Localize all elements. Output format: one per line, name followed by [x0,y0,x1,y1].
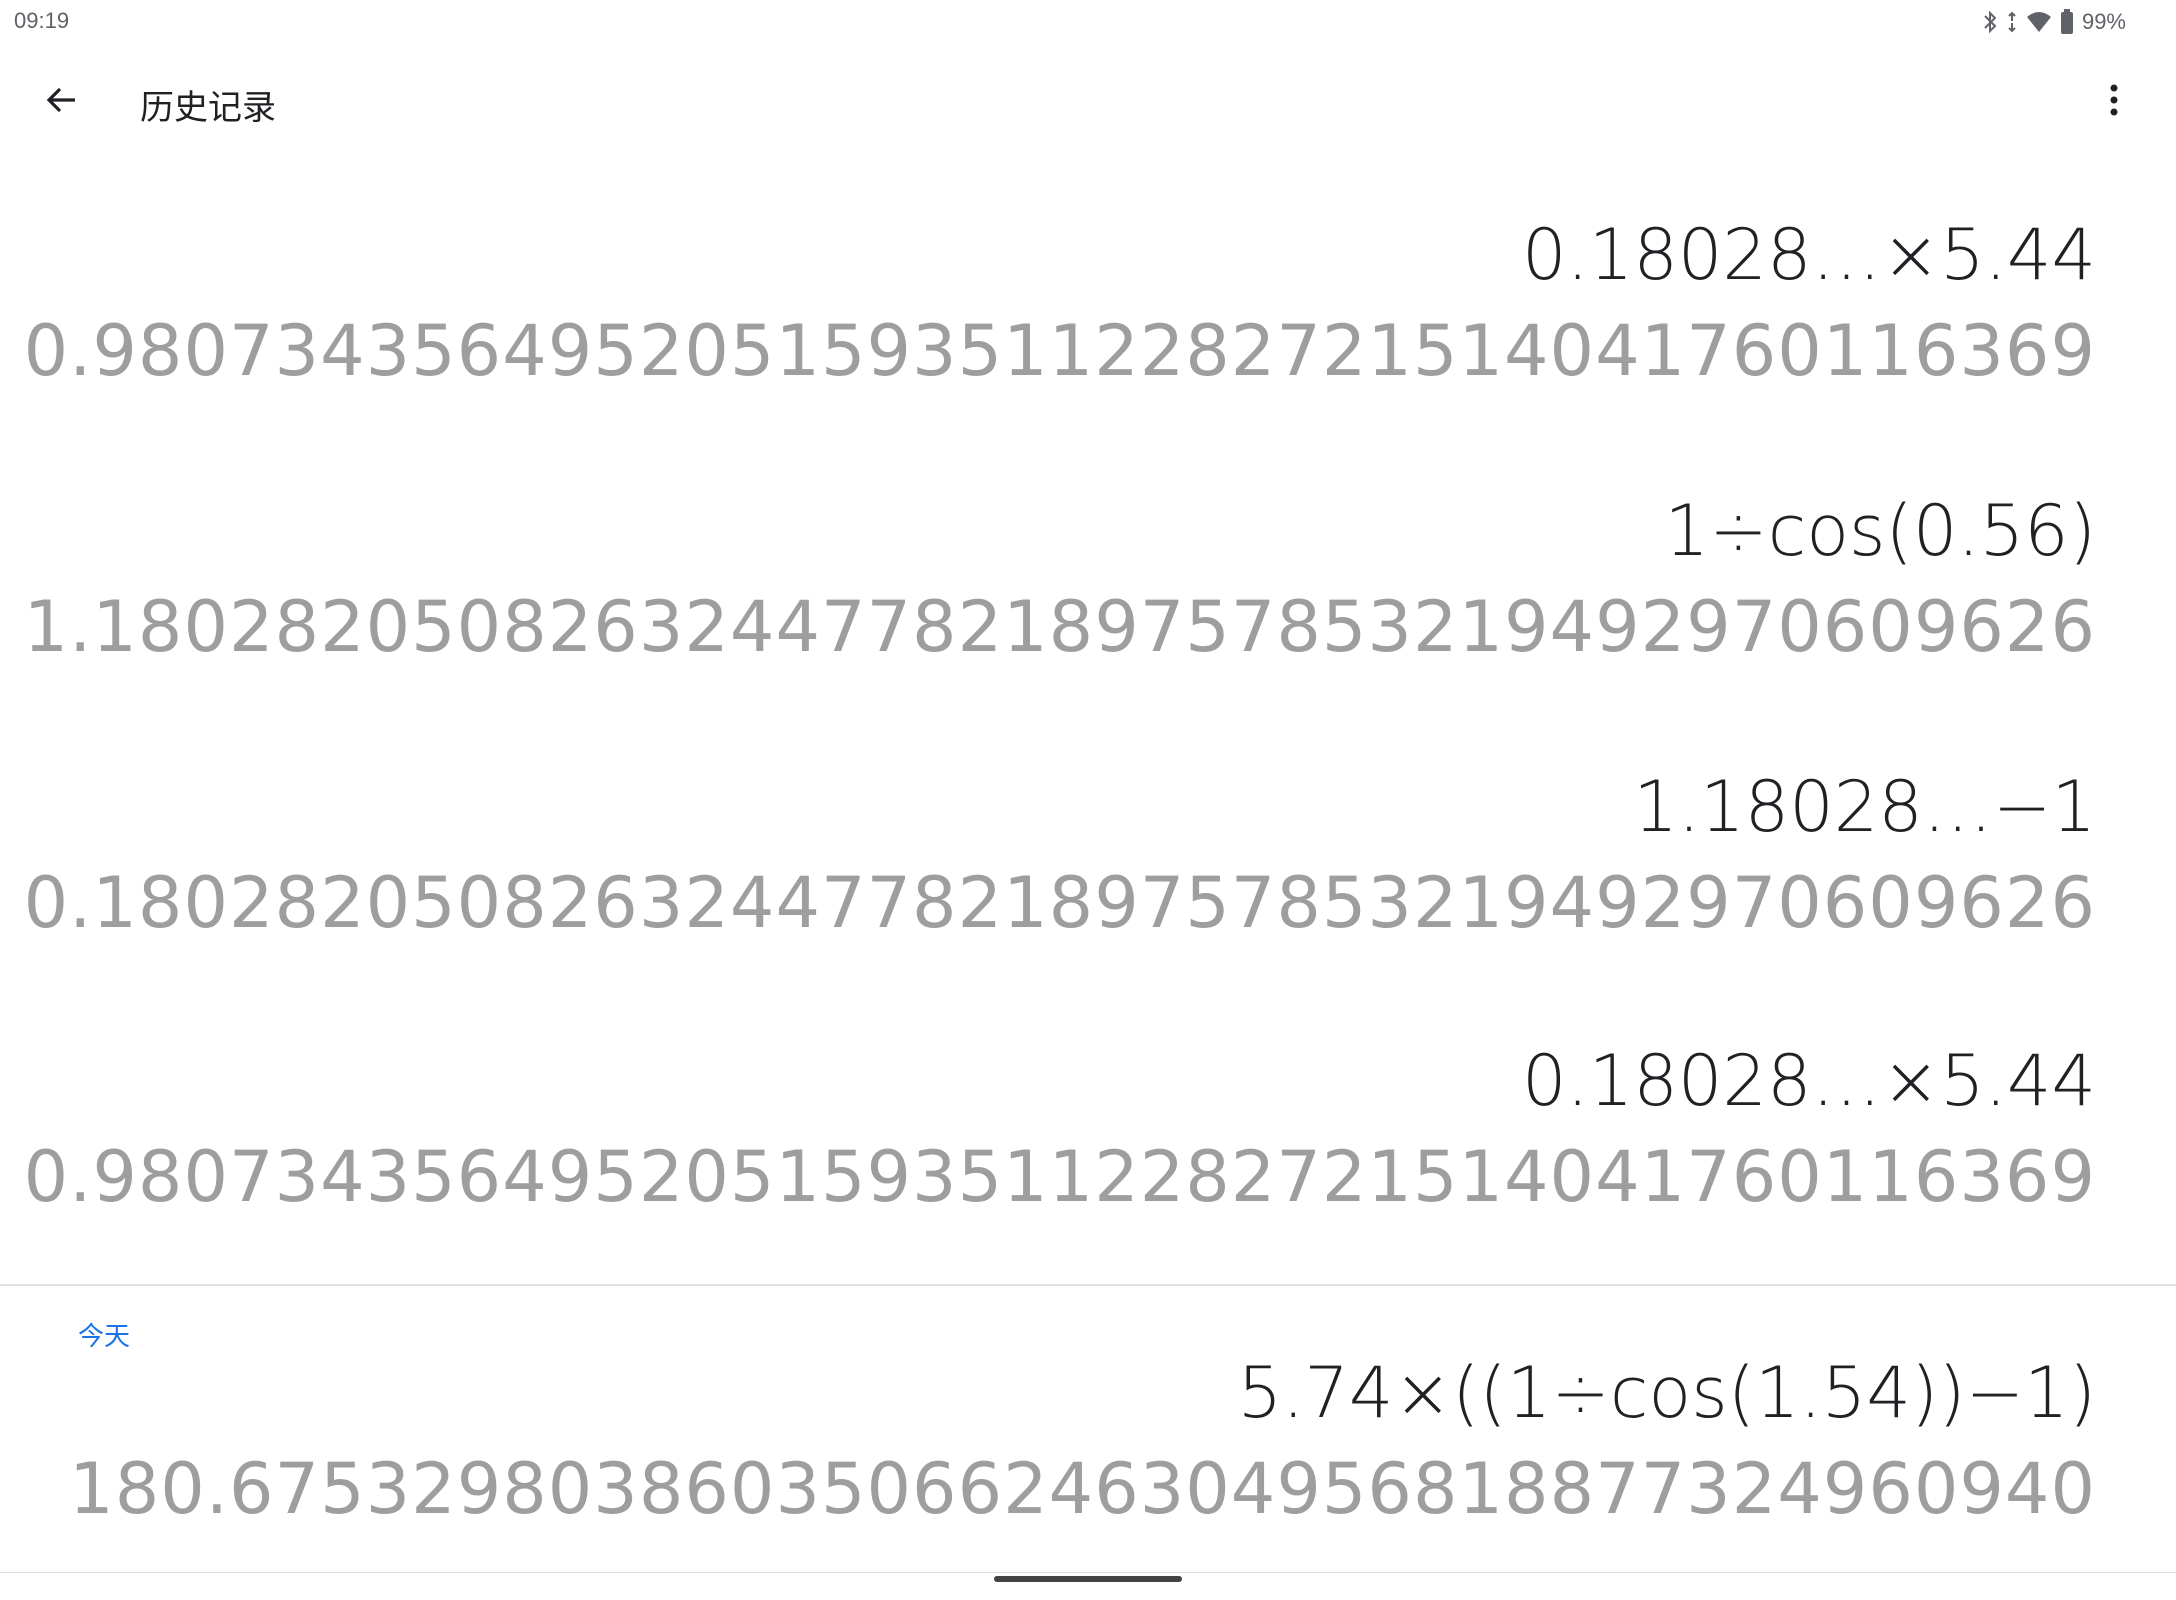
status-bar: 09:19 99% [0,0,2176,44]
back-button[interactable] [32,72,92,132]
history-expression: 5.74×((1÷cos(1.54))−1) [1237,1352,2096,1434]
history-expression: 0.18028…×5.44 [1522,214,2096,296]
more-vert-icon [2109,83,2119,122]
history-expression: 0.18028…×5.44 [1522,1040,2096,1122]
gesture-navigation-bar[interactable] [994,1576,1182,1582]
history-result: 180.675329803860350662463049568188773249… [69,1448,2096,1530]
history-expression: 1÷cos(0.56) [1664,490,2096,572]
history-expression: 1.18028…−1 [1633,766,2096,848]
history-result: 0.98073435649520515935112282721514041760… [23,1136,2096,1218]
more-options-button[interactable] [2092,72,2136,132]
bottom-divider [0,1572,2176,1573]
history-entry[interactable]: 1÷cos(0.56) 1.18028205082632447782189757… [24,490,2096,680]
data-arrows-icon [2006,10,2018,34]
section-divider [0,1284,2176,1286]
app-bar: 历史记录 [0,44,2176,154]
battery-level: 99% [2081,9,2126,34]
history-entry[interactable]: 0.18028…×5.44 0.980734356495205159351122… [24,1040,2096,1230]
history-result: 1.18028205082632447782189757853219492970… [23,586,2096,668]
history-entry[interactable]: 1.18028…−1 0.180282050826324477821897578… [24,766,2096,956]
history-entry[interactable]: 5.74×((1÷cos(1.54))−1) 180.6753298038603… [46,1352,2096,1542]
bluetooth-icon [1982,10,1998,34]
status-icons: 99% [1982,7,2126,37]
battery-icon [2060,9,2074,35]
history-result: 0.18028205082632447782189757853219492970… [23,862,2096,944]
wifi-icon [2026,11,2052,33]
status-time: 09:19 [14,8,70,33]
calculator-history-screen: 09:19 99% 历史记录 0.18028…×5.44 0.980734356… [0,0,2176,1600]
page-title: 历史记录 [140,88,276,128]
history-entry[interactable]: 0.18028…×5.44 0.980734356495205159351122… [24,214,2096,404]
history-result: 0.98073435649520515935112282721514041760… [23,310,2096,392]
arrow-back-icon [45,83,79,122]
section-label-today: 今天 [78,1322,131,1352]
